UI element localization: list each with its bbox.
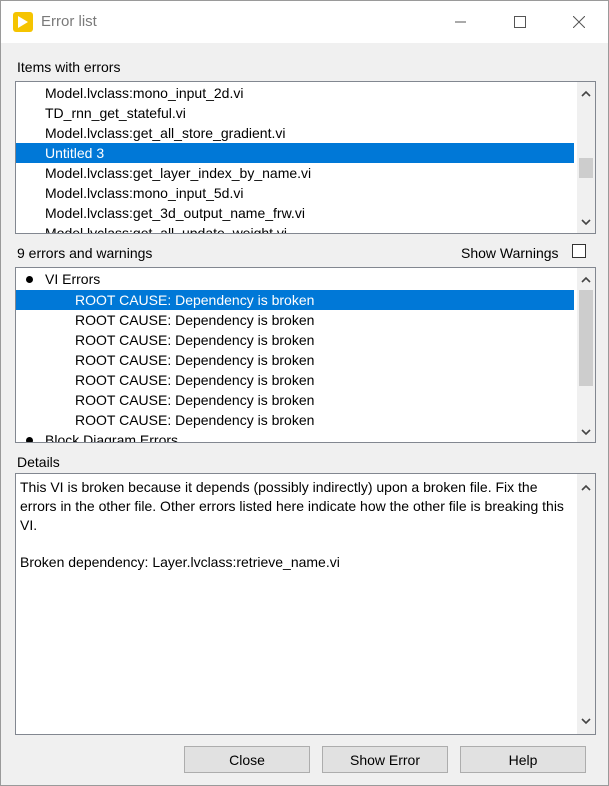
details-textbox[interactable]: This VI is broken because it depends (po… bbox=[15, 473, 596, 735]
details-broken-dependency: Broken dependency: Layer.lvclass:retriev… bbox=[20, 554, 340, 570]
scroll-up-button[interactable] bbox=[577, 84, 595, 102]
list-item-label: TD_rnn_get_stateful.vi bbox=[45, 105, 186, 121]
details-label: Details bbox=[17, 454, 60, 470]
errors-tree[interactable]: VI Errors ROOT CAUSE: Dependency is brok… bbox=[15, 267, 596, 443]
chevron-down-icon bbox=[581, 218, 591, 225]
tree-entry[interactable]: ROOT CAUSE: Dependency is broken bbox=[16, 330, 574, 350]
details-scrollbar[interactable] bbox=[577, 474, 595, 734]
show-warnings-checkbox[interactable] bbox=[572, 244, 586, 258]
list-item[interactable]: Model.lvclass:get_all_update_weight.vi bbox=[16, 223, 574, 234]
items-with-errors-label: Items with errors bbox=[17, 59, 121, 75]
items-list[interactable]: Model.lvclass:mono_input_2d.vi TD_rnn_ge… bbox=[15, 81, 596, 234]
details-text: This VI is broken because it depends (po… bbox=[20, 478, 572, 572]
scroll-down-button[interactable] bbox=[577, 712, 595, 730]
tree-entry-label: ROOT CAUSE: Dependency is broken bbox=[75, 292, 315, 308]
errors-count-label: 9 errors and warnings bbox=[17, 245, 153, 261]
chevron-up-icon bbox=[581, 276, 591, 283]
maximize-icon bbox=[514, 16, 526, 28]
details-paragraph: This VI is broken because it depends (po… bbox=[20, 479, 564, 533]
list-item-label: Model.lvclass:get_all_store_gradient.vi bbox=[45, 125, 286, 141]
chevron-down-icon bbox=[581, 717, 591, 724]
scroll-up-button[interactable] bbox=[577, 478, 595, 496]
tree-entry-label: ROOT CAUSE: Dependency is broken bbox=[75, 392, 315, 408]
list-item-label: Untitled 3 bbox=[45, 145, 105, 161]
show-error-button[interactable]: Show Error bbox=[322, 746, 448, 773]
tree-entry-selected[interactable]: ROOT CAUSE: Dependency is broken bbox=[16, 290, 574, 310]
items-scrollbar[interactable] bbox=[577, 82, 595, 233]
tree-group-block-diagram-errors[interactable]: Block Diagram Errors bbox=[16, 430, 574, 443]
tree-entry-label: ROOT CAUSE: Dependency is broken bbox=[75, 312, 315, 328]
chevron-down-icon bbox=[581, 428, 591, 435]
list-item[interactable]: TD_rnn_get_stateful.vi bbox=[16, 103, 574, 123]
chevron-up-icon bbox=[581, 90, 591, 97]
window-title: Error list bbox=[41, 13, 97, 30]
close-icon bbox=[573, 16, 585, 28]
tree-entry-label: ROOT CAUSE: Dependency is broken bbox=[75, 372, 315, 388]
list-item-label: Model.lvclass:get_3d_output_name_frw.vi bbox=[45, 205, 305, 221]
tree-entry[interactable]: ROOT CAUSE: Dependency is broken bbox=[16, 390, 574, 410]
tree-group-vi-errors[interactable]: VI Errors bbox=[16, 269, 574, 289]
maximize-button[interactable] bbox=[497, 1, 543, 43]
tree-entry-label: ROOT CAUSE: Dependency is broken bbox=[75, 412, 315, 428]
list-item[interactable]: Model.lvclass:mono_input_2d.vi bbox=[16, 83, 574, 103]
scroll-down-button[interactable] bbox=[577, 423, 595, 441]
list-item[interactable]: Model.lvclass:get_layer_index_by_name.vi bbox=[16, 163, 574, 183]
list-item[interactable]: Model.lvclass:get_all_store_gradient.vi bbox=[16, 123, 574, 143]
scroll-down-button[interactable] bbox=[577, 213, 595, 231]
list-item[interactable]: Model.lvclass:get_3d_output_name_frw.vi bbox=[16, 203, 574, 223]
tree-entry[interactable]: ROOT CAUSE: Dependency is broken bbox=[16, 350, 574, 370]
help-button[interactable]: Help bbox=[460, 746, 586, 773]
list-item-label: Model.lvclass:get_layer_index_by_name.vi bbox=[45, 165, 312, 181]
minimize-icon bbox=[455, 21, 466, 23]
close-button[interactable]: Close bbox=[184, 746, 310, 773]
tree-group-label: VI Errors bbox=[45, 271, 101, 287]
tree-entry[interactable]: ROOT CAUSE: Dependency is broken bbox=[16, 310, 574, 330]
tree-entry[interactable]: ROOT CAUSE: Dependency is broken bbox=[16, 410, 574, 430]
title-bar[interactable]: Error list bbox=[1, 1, 608, 43]
tree-entry[interactable]: ROOT CAUSE: Dependency is broken bbox=[16, 370, 574, 390]
labview-app-icon bbox=[13, 12, 33, 32]
tree-group-label: Block Diagram Errors bbox=[45, 432, 179, 443]
list-item-label: Model.lvclass:get_all_update_weight.vi bbox=[45, 225, 288, 234]
errors-scrollbar[interactable] bbox=[577, 268, 595, 442]
scroll-thumb[interactable] bbox=[579, 290, 593, 386]
scroll-thumb[interactable] bbox=[579, 158, 593, 178]
bullet-icon bbox=[26, 276, 33, 283]
list-item-selected[interactable]: Untitled 3 bbox=[16, 143, 574, 163]
chevron-up-icon bbox=[581, 484, 591, 491]
list-item-label: Model.lvclass:mono_input_2d.vi bbox=[45, 85, 244, 101]
close-window-button[interactable] bbox=[556, 1, 602, 43]
list-item[interactable]: Model.lvclass:mono_input_5d.vi bbox=[16, 183, 574, 203]
tree-entry-label: ROOT CAUSE: Dependency is broken bbox=[75, 352, 315, 368]
list-item-label: Model.lvclass:mono_input_5d.vi bbox=[45, 185, 244, 201]
scroll-up-button[interactable] bbox=[577, 270, 595, 288]
error-list-window: Error list Items with errors Model.lvcla… bbox=[0, 0, 609, 786]
minimize-button[interactable] bbox=[438, 1, 484, 43]
tree-entry-label: ROOT CAUSE: Dependency is broken bbox=[75, 332, 315, 348]
show-warnings-label[interactable]: Show Warnings bbox=[461, 245, 559, 261]
bullet-icon bbox=[26, 437, 33, 442]
